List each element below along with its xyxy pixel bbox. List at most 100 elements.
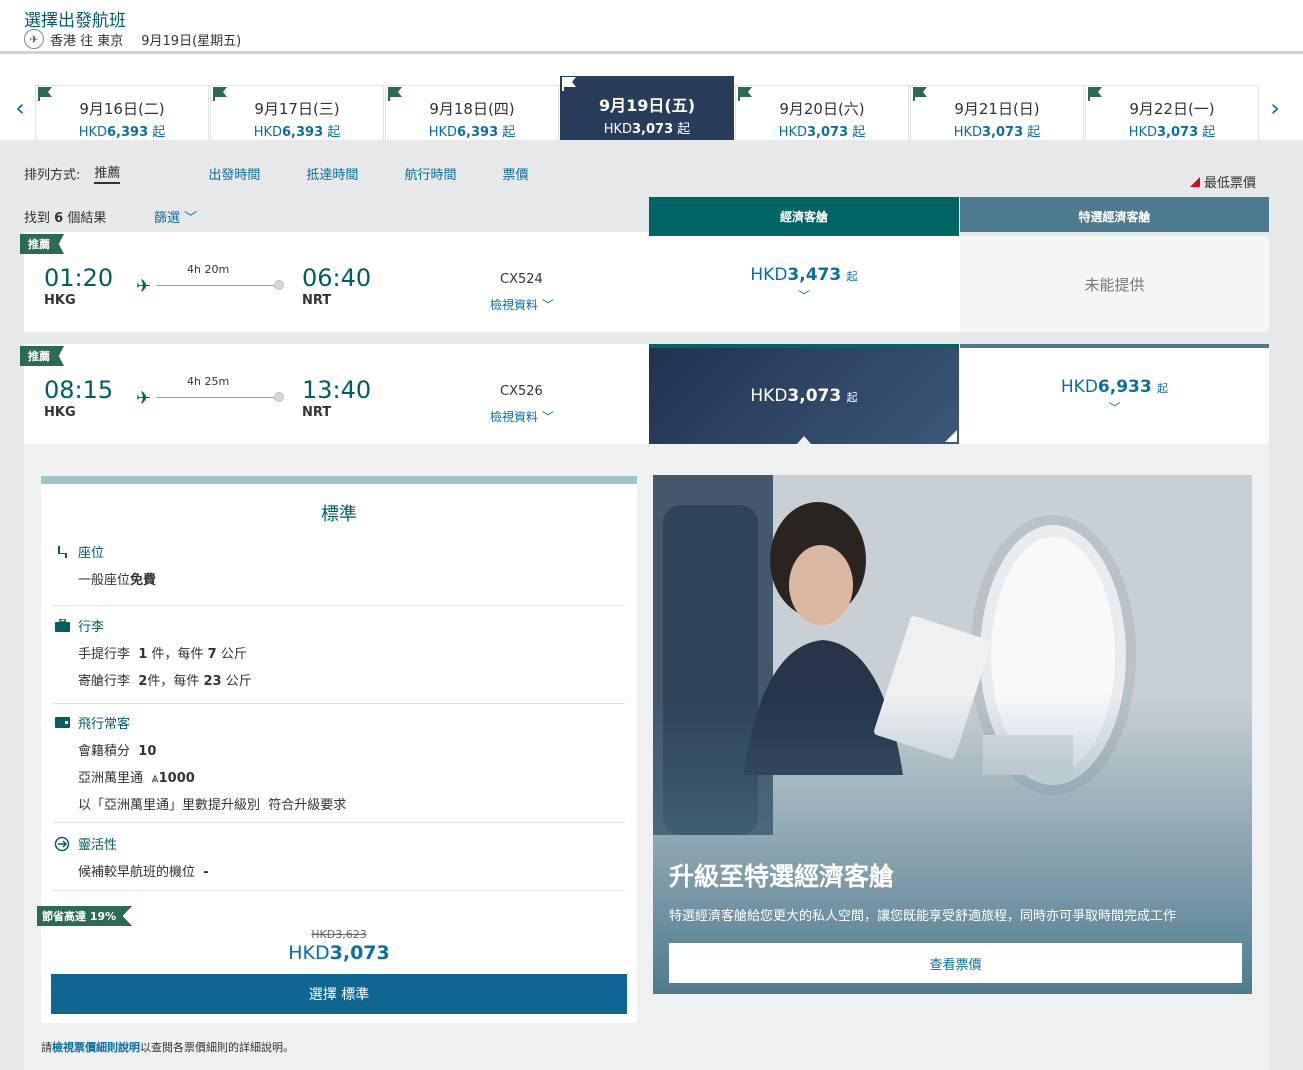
sort-bar: 排列方式: 推薦 出發時間 抵達時間 航行時間 票價 xyxy=(24,162,574,184)
view-fares-button[interactable]: 查看票價 xyxy=(669,943,1242,983)
arrival-airport: NRT xyxy=(302,293,332,308)
premium-fare-cell: 未能提供 xyxy=(960,232,1269,332)
lowest-fare-legend: 最低票價 xyxy=(1190,172,1256,191)
fare-card-standard: 標準 座位 一般座位免費 行李 手提行李 1 件，每件 7 公斤 寄艙行李 2件… xyxy=(37,476,637,1023)
premium-unavailable: 未能提供 xyxy=(1084,275,1145,294)
baggage-section: 行李 手提行李 1 件，每件 7 公斤 寄艙行李 2件，每件 23 公斤 xyxy=(53,616,625,704)
date-tab-0[interactable]: 9月16日(二) HKD6,393 起 xyxy=(35,85,209,140)
frequent-flyer-title: 飛行常客 xyxy=(78,717,131,732)
departure-time: 01:20 xyxy=(44,264,114,292)
chevron-right-icon[interactable]: › xyxy=(1265,96,1285,120)
recommended-badge: 推薦 xyxy=(20,234,64,254)
filter-label: 篩選 xyxy=(154,211,181,226)
date-tab-price: HKD3,073 起 xyxy=(603,122,691,137)
flag-icon xyxy=(38,87,52,101)
cabin-header-premium: 特選經濟客艙 xyxy=(960,197,1269,235)
view-details-link[interactable]: 檢視資料 ﹀ xyxy=(490,408,554,425)
flag-icon xyxy=(913,87,927,101)
route-text: 香港 往 東京 xyxy=(50,33,124,49)
original-price: HKD3,623 xyxy=(311,928,367,941)
upgrade-promo: 升級至特選經濟客艙 特選經濟客艙給您更大的私人空間，讓您既能享受舒適旅程，同時亦… xyxy=(653,475,1252,994)
airplane-icon: ✈ xyxy=(24,29,44,49)
chevron-down-icon: ﹀ xyxy=(184,211,198,226)
chevron-left-icon[interactable]: ‹ xyxy=(10,96,30,120)
seat-icon xyxy=(53,544,71,560)
arrival-time: 06:40 xyxy=(302,264,372,292)
flight-duration: 4h 20m xyxy=(187,263,230,276)
premium-price: HKD6,933 起 xyxy=(1060,376,1169,397)
baggage-title: 行李 xyxy=(78,620,105,635)
lowest-fare-corner-icon xyxy=(945,430,957,442)
filter-button[interactable]: 篩選 ﹀ xyxy=(154,207,197,226)
date-tab-6[interactable]: 9月22日(一) HKD3,073 起 xyxy=(1085,85,1259,140)
date-tab-5[interactable]: 9月21日(日) HKD3,073 起 xyxy=(910,85,1084,140)
sort-option-departure[interactable]: 出發時間 xyxy=(208,164,260,183)
date-tab-price: HKD3,073 起 xyxy=(953,125,1041,140)
cabin-header-economy: 經濟客艙 xyxy=(649,197,959,235)
savings-badge: 節省高達 19% xyxy=(37,906,133,926)
fare-card-title: 標準 xyxy=(321,504,357,525)
date-selector: ‹ 9月16日(二) HKD6,393 起 9月17日(三) HKD6,393 … xyxy=(0,76,1303,140)
discounted-price: HKD3,073 xyxy=(288,942,390,964)
route-line xyxy=(156,280,284,290)
date-tab-1[interactable]: 9月17日(三) HKD6,393 起 xyxy=(210,85,384,140)
sort-option-fare[interactable]: 票價 xyxy=(502,164,528,183)
seat-section: 座位 一般座位免費 xyxy=(53,542,625,606)
flexibility-section: 靈活性 候補較早航班的機位 - xyxy=(53,834,625,891)
lowest-fare-label: 最低票價 xyxy=(1204,176,1257,191)
economy-price: HKD3,073 起 xyxy=(750,386,858,406)
promo-description: 特選經濟客艙給您更大的私人空間，讓您既能享受舒適旅程，同時亦可爭取時間完成工作 xyxy=(669,909,1177,924)
asia-miles-line: 亞洲萬里通 ⩓1000 xyxy=(78,771,195,786)
lowest-fare-triangle-icon xyxy=(1190,176,1200,187)
fare-rules-link[interactable]: 檢視票價細則說明 xyxy=(52,1041,140,1054)
sort-option-recommended[interactable]: 推薦 xyxy=(94,162,121,184)
flight-number: CX524 xyxy=(500,272,543,287)
standby-line: 候補較早航班的機位 - xyxy=(78,865,209,880)
premium-fare-cell[interactable]: HKD6,933 起 ﹀ xyxy=(960,344,1269,444)
fare-rules-note: 請檢視票價細則說明以查閱各票價細則的詳細說明。 xyxy=(41,1041,294,1054)
date-tab-4[interactable]: 9月20日(六) HKD3,073 起 xyxy=(735,85,909,140)
date-tab-price: HKD6,393 起 xyxy=(253,125,341,140)
date-tab-2[interactable]: 9月18日(四) HKD6,393 起 xyxy=(385,85,559,140)
date-tab-3-selected[interactable]: 9月19日(五) HKD3,073 起 xyxy=(560,76,734,140)
flag-icon xyxy=(388,87,402,101)
flight-row: 推薦 01:20 HKG ✈ 4h 20m 06:40 NRT CX524 檢視… xyxy=(20,232,1269,332)
asia-miles-icon: ⩓ xyxy=(151,771,159,786)
economy-fare-cell-selected[interactable]: HKD3,073 起 xyxy=(649,344,959,444)
date-tab-date: 9月22日(一) xyxy=(1129,100,1215,118)
page-header: 選擇出發航班 ✈ 香港 往 東京 9月19日(星期五) xyxy=(0,0,1303,54)
seat-line: 一般座位免費 xyxy=(78,573,157,588)
chevron-down-icon: ﹀ xyxy=(541,410,554,424)
seat-title: 座位 xyxy=(78,546,105,561)
departure-airport: HKG xyxy=(44,293,76,308)
date-tab-date: 9月21日(日) xyxy=(954,100,1040,118)
date-tab-date: 9月19日(五) xyxy=(598,96,696,115)
view-details-link[interactable]: 檢視資料 ﹀ xyxy=(490,296,554,313)
select-fare-button[interactable]: 選擇 標準 xyxy=(51,974,627,1014)
recommended-badge: 推薦 xyxy=(20,346,64,366)
sort-label: 排列方式: xyxy=(24,167,81,183)
chevron-down-icon: ﹀ xyxy=(797,288,810,303)
flag-icon xyxy=(738,87,752,101)
economy-fare-cell[interactable]: HKD3,473 起 ﹀ xyxy=(649,232,959,332)
sort-option-duration[interactable]: 航行時間 xyxy=(404,164,456,183)
date-tab-price: HKD6,393 起 xyxy=(78,125,166,140)
airplane-icon: ✈ xyxy=(136,388,152,409)
flag-icon xyxy=(213,87,227,101)
flag-icon xyxy=(562,77,576,91)
frequent-flyer-section: 飛行常客 會籍積分 10 亞洲萬里通 ⩓1000 以「亞洲萬里通」里數提升級別 … xyxy=(53,713,625,823)
page-title: 選擇出發航班 xyxy=(24,11,126,31)
airplane-icon: ✈ xyxy=(136,276,152,297)
flight-duration: 4h 25m xyxy=(187,375,230,388)
flag-icon xyxy=(1088,87,1102,101)
status-points-line: 會籍積分 10 xyxy=(78,744,157,759)
date-tab-date: 9月17日(三) xyxy=(254,100,340,118)
departure-time: 08:15 xyxy=(44,376,114,404)
date-tab-date: 9月20日(六) xyxy=(779,100,865,118)
sort-option-arrival[interactable]: 抵達時間 xyxy=(306,164,358,183)
upgrade-line: 以「亞洲萬里通」里數提升級別 符合升級要求 xyxy=(78,798,347,813)
chevron-down-icon: ﹀ xyxy=(541,298,554,312)
carry-on-line: 手提行李 1 件，每件 7 公斤 xyxy=(78,647,247,662)
flexibility-title: 靈活性 xyxy=(78,838,118,853)
date-tab-date: 9月16日(二) xyxy=(79,100,165,118)
